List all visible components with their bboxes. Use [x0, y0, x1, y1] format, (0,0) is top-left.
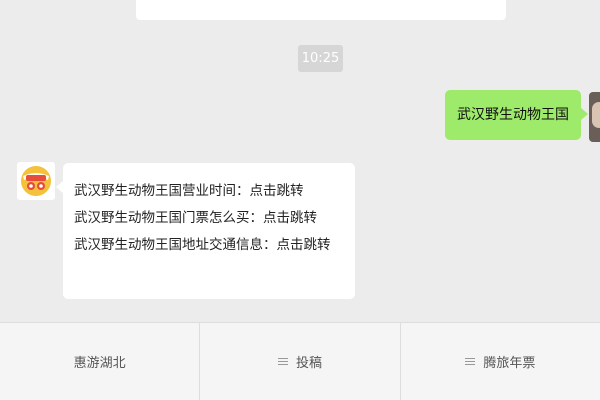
timestamp-badge: 10:25 — [298, 45, 343, 72]
previous-message-bubble — [136, 0, 506, 20]
ticket-purchase-link[interactable]: 武汉野生动物王国门票怎么买：点击跳转 — [74, 205, 344, 232]
menu-list-icon — [465, 357, 476, 366]
user-avatar[interactable] — [589, 92, 600, 142]
opening-hours-link[interactable]: 武汉野生动物王国营业时间：点击跳转 — [74, 178, 344, 205]
official-account-logo-icon — [21, 166, 51, 196]
menu-item-label: 惠游湖北 — [73, 356, 126, 371]
sent-message-bubble[interactable]: 武汉野生动物王国 — [445, 90, 588, 140]
menu-item-submit[interactable]: 投稿 — [200, 323, 401, 400]
menu-item-label: 腾旅年票 — [483, 356, 536, 371]
address-transport-link[interactable]: 武汉野生动物王国地址交通信息：点击跳转 — [74, 232, 344, 259]
menu-item-annual-ticket[interactable]: 腾旅年票 — [401, 323, 600, 400]
menu-item-label: 投稿 — [295, 356, 322, 371]
bottom-menu-bar: 惠游湖北 投稿 腾旅年票 — [0, 322, 600, 400]
received-message-bubble: 武汉野生动物王国营业时间：点击跳转 武汉野生动物王国门票怎么买：点击跳转 武汉野… — [56, 163, 355, 299]
menu-list-icon — [277, 357, 288, 366]
official-account-avatar[interactable] — [17, 162, 55, 200]
menu-item-huiyou-hubei[interactable]: 惠游湖北 — [0, 323, 201, 400]
user-avatar-face — [592, 102, 600, 128]
